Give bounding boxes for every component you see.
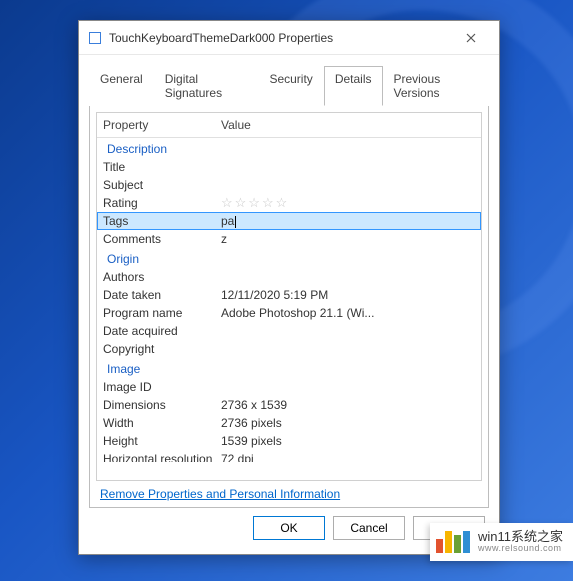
row-height[interactable]: Height 1539 pixels [97, 432, 481, 450]
value-dimensions: 2736 x 1539 [221, 396, 481, 414]
section-description: Description [97, 138, 481, 158]
watermark-line2: www.relsound.com [478, 544, 563, 554]
label-h-res: Horizontal resolution [103, 450, 221, 462]
tab-previous-versions[interactable]: Previous Versions [383, 66, 490, 106]
cancel-button[interactable]: Cancel [333, 516, 405, 540]
section-origin: Origin [97, 248, 481, 268]
row-dimensions[interactable]: Dimensions 2736 x 1539 [97, 396, 481, 414]
row-date-acquired[interactable]: Date acquired [97, 322, 481, 340]
window-title: TouchKeyboardThemeDark000 Properties [109, 31, 453, 45]
row-program-name[interactable]: Program name Adobe Photoshop 21.1 (Wi... [97, 304, 481, 322]
label-copyright: Copyright [103, 340, 221, 358]
tab-security[interactable]: Security [258, 66, 323, 106]
tab-strip: General Digital Signatures Security Deta… [79, 55, 499, 105]
header-value: Value [221, 116, 481, 134]
header-property: Property [103, 116, 221, 134]
label-comments: Comments [103, 230, 221, 248]
row-date-taken[interactable]: Date taken 12/11/2020 5:19 PM [97, 286, 481, 304]
row-h-res[interactable]: Horizontal resolution 72 dpi [97, 450, 481, 462]
label-date-taken: Date taken [103, 286, 221, 304]
row-rating[interactable]: Rating ☆☆☆☆☆ [97, 194, 481, 212]
label-rating: Rating [103, 194, 221, 212]
label-image-id: Image ID [103, 378, 221, 396]
properties-dialog: TouchKeyboardThemeDark000 Properties Gen… [78, 20, 500, 555]
row-title[interactable]: Title [97, 158, 481, 176]
row-image-id[interactable]: Image ID [97, 378, 481, 396]
row-subject[interactable]: Subject [97, 176, 481, 194]
label-date-acquired: Date acquired [103, 322, 221, 340]
close-icon [466, 33, 476, 43]
value-rating[interactable]: ☆☆☆☆☆ [221, 194, 481, 212]
tab-general[interactable]: General [89, 66, 154, 106]
label-height: Height [103, 432, 221, 450]
label-subject: Subject [103, 176, 221, 194]
window-icon [89, 32, 101, 44]
label-authors: Authors [103, 268, 221, 286]
tab-details[interactable]: Details [324, 66, 383, 106]
row-copyright[interactable]: Copyright [97, 340, 481, 358]
value-date-acquired [221, 322, 481, 340]
details-panel: Property Value Description Title Subject… [89, 105, 489, 508]
value-h-res: 72 dpi [221, 450, 481, 462]
value-authors [221, 268, 481, 286]
grid-header: Property Value [97, 113, 481, 138]
property-grid: Property Value Description Title Subject… [96, 112, 482, 481]
ok-button[interactable]: OK [253, 516, 325, 540]
value-tags-cell[interactable]: pa [221, 213, 480, 229]
value-image-id [221, 378, 481, 396]
label-program-name: Program name [103, 304, 221, 322]
remove-properties-link[interactable]: Remove Properties and Personal Informati… [100, 487, 482, 501]
value-height: 1539 pixels [221, 432, 481, 450]
row-tags[interactable]: Tags pa [97, 212, 481, 230]
close-button[interactable] [453, 23, 489, 53]
label-dimensions: Dimensions [103, 396, 221, 414]
property-grid-scroll[interactable]: Property Value Description Title Subject… [97, 113, 481, 480]
value-date-taken: 12/11/2020 5:19 PM [221, 286, 481, 304]
value-subject [221, 176, 481, 194]
label-width: Width [103, 414, 221, 432]
tags-input[interactable]: pa [221, 214, 234, 228]
value-title [221, 158, 481, 176]
row-authors[interactable]: Authors [97, 268, 481, 286]
watermark-line1: win11系统之家 [478, 530, 563, 544]
label-tags: Tags [103, 213, 221, 229]
text-caret [235, 216, 236, 228]
watermark-logo-icon [436, 531, 470, 553]
value-program-name: Adobe Photoshop 21.1 (Wi... [221, 304, 481, 322]
label-title: Title [103, 158, 221, 176]
row-comments[interactable]: Comments z [97, 230, 481, 248]
titlebar: TouchKeyboardThemeDark000 Properties [79, 21, 499, 55]
section-image: Image [97, 358, 481, 378]
value-comments: z [221, 230, 481, 248]
row-width[interactable]: Width 2736 pixels [97, 414, 481, 432]
value-width: 2736 pixels [221, 414, 481, 432]
watermark: win11系统之家 www.relsound.com [430, 523, 573, 561]
tab-digital-signatures[interactable]: Digital Signatures [154, 66, 259, 106]
value-copyright [221, 340, 481, 358]
